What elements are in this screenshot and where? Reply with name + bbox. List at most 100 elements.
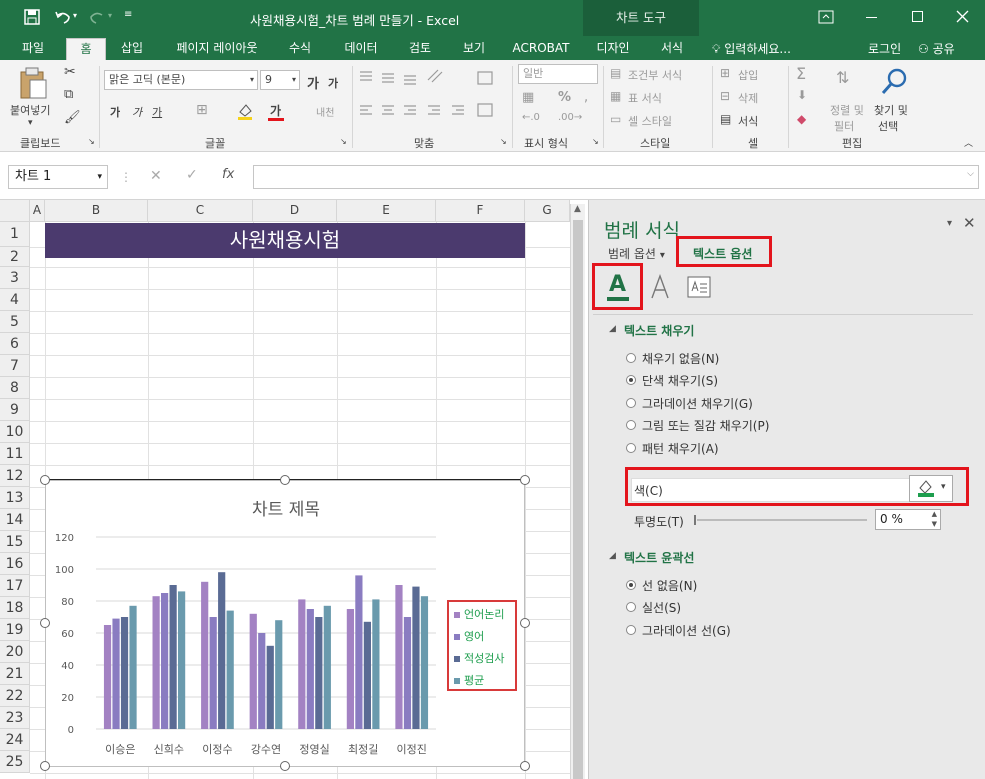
tab-home[interactable]: 홈	[66, 38, 106, 60]
outline-option-radio[interactable]	[626, 625, 636, 635]
font-size-dropdown-icon[interactable]: ▾	[292, 71, 296, 89]
fill-option-label[interactable]: 그라데이션 채우기(G)	[642, 395, 753, 412]
row-header[interactable]: 14	[0, 509, 30, 531]
row-header[interactable]: 2	[0, 247, 30, 267]
fill-option-label[interactable]: 그림 또는 질감 채우기(P)	[642, 417, 769, 434]
paste-icon[interactable]	[18, 66, 48, 100]
chart-bar[interactable]	[201, 581, 209, 729]
text-effects-icon[interactable]	[649, 274, 671, 300]
underline-button[interactable]: 가	[152, 104, 162, 120]
insert-cells-label[interactable]: 삽입	[738, 67, 758, 83]
name-box-dropdown-icon[interactable]: ▾	[97, 166, 102, 188]
chart-bar[interactable]	[152, 596, 160, 729]
accounting-icon[interactable]: ▦	[522, 90, 534, 105]
column-header[interactable]: A	[30, 200, 45, 222]
transparency-slider[interactable]	[694, 515, 696, 525]
customize-qat-icon[interactable]: ≡	[124, 9, 132, 20]
resize-handle[interactable]	[40, 618, 50, 628]
font-name-dropdown-icon[interactable]: ▾	[250, 71, 254, 89]
fill-icon[interactable]: ⬇	[797, 88, 807, 102]
row-header[interactable]: 17	[0, 575, 30, 597]
row-header[interactable]: 21	[0, 663, 30, 685]
legend-entry[interactable]: 언어논리	[454, 606, 504, 624]
undo-icon[interactable]	[54, 9, 72, 25]
row-header[interactable]: 10	[0, 421, 30, 443]
fill-option-label[interactable]: 패턴 채우기(A)	[642, 440, 719, 457]
format-cells-icon[interactable]: ▤	[720, 112, 731, 126]
fill-option-radio[interactable]	[626, 375, 636, 385]
chart-bar[interactable]	[372, 599, 380, 729]
chart-legend[interactable]: 언어논리 영어 적성검사 평균	[447, 600, 517, 691]
pane-options-icon[interactable]: ▾	[947, 218, 952, 229]
chart-title[interactable]: 차트 제목	[46, 495, 526, 520]
percent-button[interactable]: %	[558, 90, 571, 105]
comma-icon[interactable]: ,	[584, 90, 588, 105]
copy-icon[interactable]: ⧉	[64, 87, 73, 102]
chart-bar[interactable]	[420, 596, 429, 729]
conditional-format-icon[interactable]: ▤	[610, 66, 621, 80]
outline-option-label[interactable]: 선 없음(N)	[642, 577, 697, 594]
chart-bar[interactable]	[403, 617, 412, 729]
collapse-text-fill-icon[interactable]: ◢	[609, 324, 616, 334]
row-header[interactable]: 1	[0, 222, 30, 247]
minimize-icon[interactable]	[866, 17, 877, 18]
sheet-title[interactable]: 사원채용시험	[45, 223, 525, 258]
pane-close-icon[interactable]: ✕	[963, 214, 976, 232]
outline-option-label[interactable]: 실선(S)	[642, 599, 681, 616]
cell-styles-label[interactable]: 셀 스타일	[628, 113, 672, 129]
row-header[interactable]: 18	[0, 597, 30, 619]
font-size-box[interactable]: 9 ▾	[260, 70, 300, 90]
column-header[interactable]: C	[148, 200, 253, 222]
tab-acrobat[interactable]: ACROBAT	[508, 38, 574, 60]
legend-options-tab[interactable]: 범례 옵션 ▾	[608, 245, 665, 262]
chart-bar[interactable]	[178, 591, 186, 729]
insert-cells-icon[interactable]: ⊞	[720, 66, 730, 80]
resize-handle[interactable]	[40, 761, 50, 771]
row-header[interactable]: 25	[0, 751, 30, 773]
column-header[interactable]: F	[436, 200, 525, 222]
format-cells-label[interactable]: 서식	[738, 113, 758, 129]
row-header[interactable]: 6	[0, 333, 30, 355]
chart-bar[interactable]	[258, 633, 266, 729]
outline-option-radio[interactable]	[626, 580, 636, 590]
fill-option-radio[interactable]	[626, 398, 636, 408]
resize-handle[interactable]	[40, 475, 50, 485]
login-link[interactable]: 로그인	[868, 40, 901, 57]
resize-handle[interactable]	[280, 761, 290, 771]
confirm-entry-icon[interactable]: ✓	[186, 167, 198, 183]
row-header[interactable]: 22	[0, 685, 30, 707]
fill-option-label[interactable]: 단색 채우기(S)	[642, 372, 718, 389]
outline-option-radio[interactable]	[626, 602, 636, 612]
expand-formula-icon[interactable]: ⌵	[967, 169, 974, 179]
resize-handle[interactable]	[520, 475, 530, 485]
row-header[interactable]: 5	[0, 311, 30, 333]
border-icon[interactable]: ⊞	[196, 102, 208, 118]
text-fill-section[interactable]: 텍스트 채우기	[624, 322, 694, 339]
transparency-track[interactable]	[697, 519, 867, 521]
scroll-thumb[interactable]	[573, 220, 583, 779]
fill-option-radio[interactable]	[626, 443, 636, 453]
row-header[interactable]: 4	[0, 289, 30, 311]
column-header[interactable]: E	[337, 200, 436, 222]
chart-bar[interactable]	[412, 586, 420, 729]
cancel-entry-icon[interactable]: ✕	[150, 168, 162, 184]
cut-icon[interactable]: ✂	[64, 64, 76, 80]
insert-function-icon[interactable]: fx	[222, 167, 234, 182]
sort-filter-icon[interactable]: ⇅	[836, 68, 849, 87]
row-header[interactable]: 3	[0, 267, 30, 289]
delete-cells-label[interactable]: 삭제	[738, 90, 758, 106]
cell-styles-icon[interactable]: ▭	[610, 112, 621, 126]
chart-bar[interactable]	[355, 575, 363, 729]
legend-options-dropdown-icon[interactable]: ▾	[660, 250, 665, 261]
resize-handle[interactable]	[520, 761, 530, 771]
legend-entry[interactable]: 적성검사	[454, 650, 504, 668]
name-box[interactable]: 차트 1 ▾	[8, 165, 108, 189]
scroll-up-icon[interactable]: ▲	[574, 204, 581, 214]
fill-color-icon[interactable]	[236, 102, 254, 120]
font-launcher-icon[interactable]: ↘	[340, 137, 347, 146]
alignment-launcher-icon[interactable]: ↘	[500, 137, 507, 146]
formula-input[interactable]: ⌵	[253, 165, 979, 189]
sort-label[interactable]: 정렬 및	[830, 102, 864, 118]
undo-dropdown-icon[interactable]: ▾	[73, 11, 77, 20]
chart-bar[interactable]	[395, 585, 403, 729]
